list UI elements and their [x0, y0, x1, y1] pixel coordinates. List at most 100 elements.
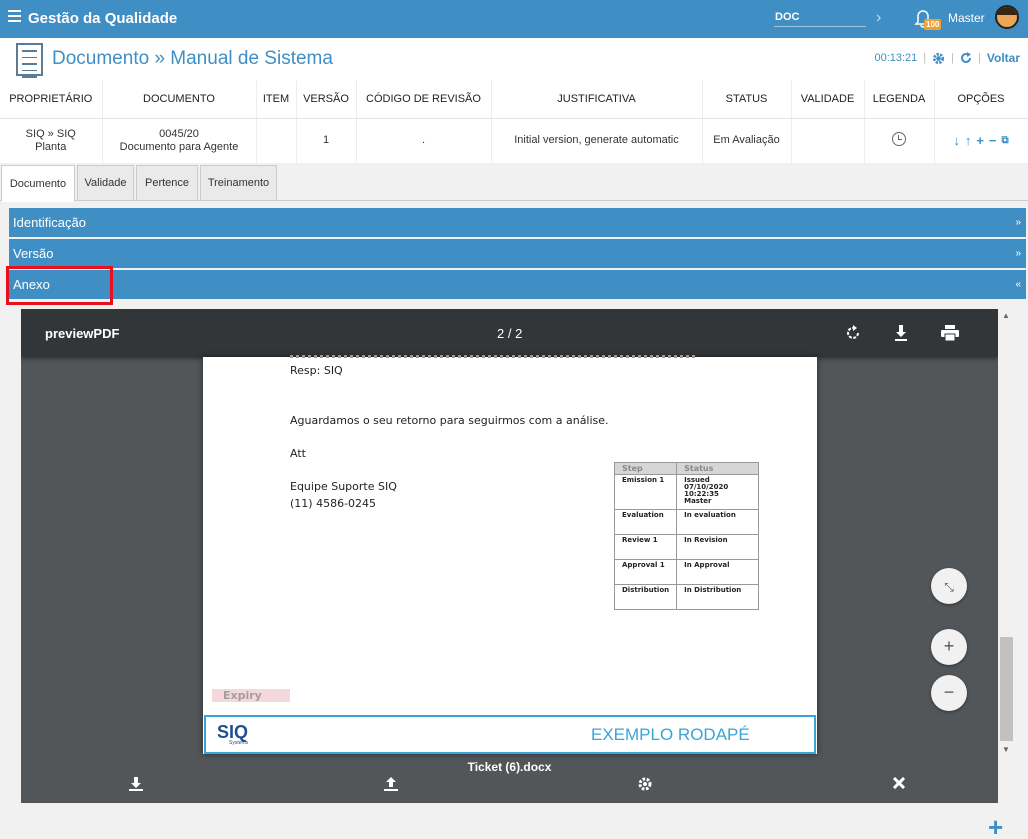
gear-icon[interactable] [932, 52, 945, 65]
collapse-icon[interactable]: « [1015, 270, 1021, 299]
panel-versao[interactable]: Versão » [9, 239, 1026, 268]
tab-documento[interactable]: Documento [1, 165, 75, 202]
close-icon[interactable] [893, 777, 905, 789]
minus-icon[interactable]: − [989, 134, 997, 147]
revision-code-cell: . [356, 118, 492, 163]
table-row: Approval 1 In Approval [613, 559, 759, 585]
column-header[interactable]: ITEM [256, 80, 297, 119]
owner-line: SIQ » SIQ [25, 127, 76, 140]
doc-text-line: Resp: SIQ [290, 364, 343, 377]
status-cell: Em Avaliação [702, 118, 792, 163]
gear-icon[interactable] [638, 777, 652, 791]
table-header-row: PROPRIETÁRIO DOCUMENTO ITEM VERSÃO CÓDIG… [0, 80, 1028, 119]
divider: | [978, 52, 981, 64]
rotate-icon[interactable] [845, 324, 863, 342]
back-link[interactable]: Voltar [987, 51, 1020, 65]
top-bar: Gestão da Qualidade › 100 Master [0, 0, 1028, 38]
page-indicator: 2 / 2 [497, 326, 523, 341]
panel-anexo[interactable]: Anexo « [9, 270, 1026, 299]
doc-text-line: Equipe Suporte SIQ [290, 480, 397, 493]
zoom-in-button[interactable]: + [931, 629, 967, 665]
document-footer: SIQ Systems EXEMPLO RODAPÉ [204, 715, 816, 754]
hamburger-menu-icon[interactable] [8, 10, 21, 22]
scrollbar[interactable]: ▲ ▼ [999, 309, 1014, 759]
tab-validade[interactable]: Validade [77, 165, 134, 201]
doc-text-line: (11) 4586-0245 [290, 497, 377, 510]
step-cell: Emission 1 [613, 474, 678, 510]
doc-text-line: Att [290, 447, 306, 460]
column-header[interactable]: LEGENDA [864, 80, 935, 119]
column-header: Step [613, 462, 678, 475]
column-header[interactable]: PROPRIETÁRIO [0, 80, 103, 119]
column-header[interactable]: DOCUMENTO [102, 80, 257, 119]
avatar[interactable] [995, 5, 1019, 29]
pdf-page: Resp: SIQ Aguardamos o seu retorno para … [203, 355, 817, 754]
table-row: Review 1 In Revision [613, 534, 759, 560]
table-row: SIQ » SIQ Planta 0045/20 Documento para Ag… [0, 118, 1028, 163]
tab-treinamento[interactable]: Treinamento [200, 165, 277, 201]
divider: | [951, 52, 955, 64]
user-name[interactable]: Master [948, 11, 985, 25]
add-attachment-button[interactable]: + [988, 814, 1003, 839]
document-icon [16, 43, 43, 78]
step-cell: Review 1 [613, 534, 678, 560]
step-cell: Approval 1 [613, 559, 678, 585]
tab-pertence[interactable]: Pertence [136, 165, 198, 201]
legend-cell [864, 118, 935, 163]
app-title: Gestão da Qualidade [28, 10, 178, 27]
justification-cell: Initial version, generate automatic [491, 118, 703, 163]
column-header[interactable]: STATUS [702, 80, 792, 119]
panel-identificacao[interactable]: Identificação » [9, 208, 1026, 237]
minus-icon: − [943, 682, 955, 702]
module-search-input[interactable] [774, 7, 866, 27]
chevron-right-icon[interactable]: › [876, 9, 881, 27]
item-cell [256, 118, 297, 163]
upload-icon[interactable] [384, 777, 398, 791]
status-cell: Issued 07/10/2020 10:22:35 Master [676, 474, 759, 510]
column-header[interactable]: VERSÃO [296, 80, 357, 119]
file-action-bar: Ticket (6).docx [21, 757, 998, 803]
siq-logo: SIQ Systems [217, 722, 248, 746]
column-header[interactable]: JUSTIFICATIVA [491, 80, 703, 119]
status-cell: In Distribution [676, 584, 759, 610]
column-header[interactable]: OPÇÕES [934, 80, 1028, 119]
arrow-up-icon[interactable]: ↑ [965, 134, 972, 147]
validity-cell [791, 118, 865, 163]
owner-line: Planta [35, 140, 67, 153]
arrow-down-icon[interactable]: ↓ [953, 134, 960, 147]
footer-text: EXEMPLO RODAPÉ [591, 725, 750, 744]
scrollbar-thumb[interactable] [1000, 637, 1013, 741]
session-timer: 00:13:21 [874, 52, 918, 64]
panel-title: Identificação [13, 215, 86, 230]
copy-icon[interactable]: ⧉ [1002, 134, 1009, 147]
pdf-title: previewPDF [45, 326, 120, 341]
status-cell: In evaluation [676, 509, 759, 535]
table-row: Emission 1 Issued 07/10/2020 10:22:35 Ma… [613, 474, 759, 510]
refresh-icon[interactable] [960, 52, 972, 64]
logo-subtext: Systems [229, 740, 249, 746]
scroll-up-icon[interactable]: ▲ [1002, 311, 1010, 320]
table-row: Distribution In Distribution [613, 584, 759, 610]
print-icon[interactable] [941, 325, 959, 341]
document-cell: 0045/20 Documento para Agente [102, 118, 257, 163]
step-cell: Evaluation [613, 509, 678, 535]
plus-icon[interactable]: + [976, 134, 984, 147]
status-cell: In Approval [676, 559, 759, 585]
plus-icon: + [943, 636, 955, 656]
download-icon[interactable] [893, 324, 909, 342]
doc-text-line: Aguardamos o seu retorno para seguirmos … [290, 414, 609, 427]
zoom-out-button[interactable]: − [931, 675, 967, 711]
cut-text-line [290, 355, 698, 358]
column-header[interactable]: VALIDADE [791, 80, 865, 119]
options-cell: ↓ ↑ + − ⧉ [934, 118, 1028, 163]
document-info-table: PROPRIETÁRIO DOCUMENTO ITEM VERSÃO CÓDIG… [0, 80, 1028, 163]
expand-icon[interactable]: » [1015, 239, 1021, 268]
clock-icon [892, 131, 906, 146]
expand-icon[interactable]: » [1015, 208, 1021, 237]
file-name: Ticket (6).docx [467, 760, 552, 774]
fit-page-button[interactable]: ⤡ [931, 568, 967, 604]
download-icon[interactable] [129, 777, 143, 791]
version-cell: 1 [296, 118, 357, 163]
scroll-down-icon[interactable]: ▼ [1002, 745, 1010, 754]
column-header[interactable]: CÓDIGO DE REVISÃO [356, 80, 492, 119]
